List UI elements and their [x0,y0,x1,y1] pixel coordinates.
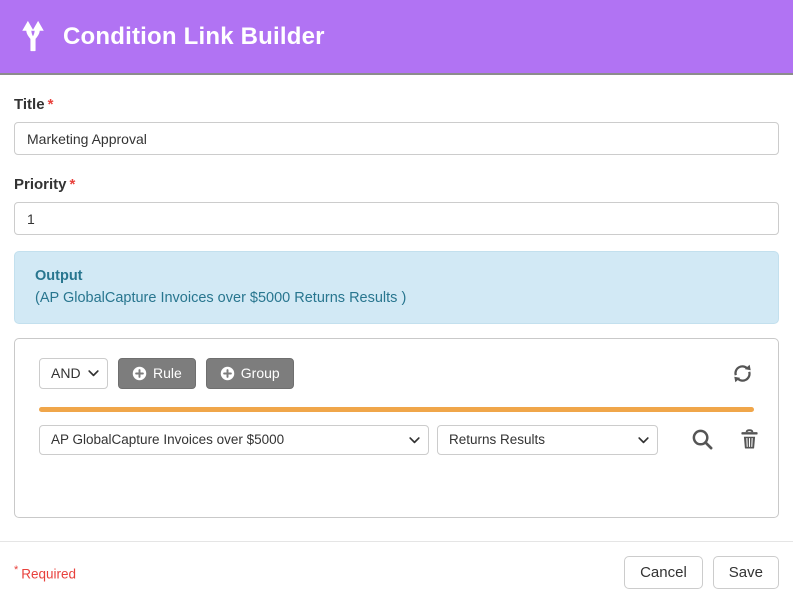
logic-operator-select-wrap: AND [39,358,108,389]
title-field-label: Title* [14,96,779,113]
condition-select-wrap: AP GlobalCapture Invoices over $5000 [39,425,429,455]
search-condition-button[interactable] [689,426,716,453]
required-legend: *Required [14,564,76,582]
dialog-header: Condition Link Builder [0,0,793,75]
priority-input[interactable] [14,202,779,235]
plus-circle-icon [220,366,235,381]
builder-toolbar: AND Rule [39,358,754,389]
refresh-icon [733,371,752,386]
dialog-footer: *Required Cancel Save [0,541,793,603]
output-info-box: Output (AP GlobalCapture Invoices over $… [14,251,779,324]
condition-builder-panel: AND Rule [14,338,779,518]
trash-icon [740,438,759,453]
add-group-button[interactable]: Group [206,358,294,389]
required-asterisk: * [48,96,54,113]
logic-operator-select[interactable]: AND [39,358,108,389]
cancel-button[interactable]: Cancel [624,556,703,589]
plus-circle-icon [132,366,147,381]
rule-row: AP GlobalCapture Invoices over $5000 Ret… [39,425,754,455]
save-button[interactable]: Save [713,556,779,589]
refresh-button[interactable] [731,362,754,385]
required-asterisk: * [14,564,18,576]
page-title: Condition Link Builder [63,23,325,51]
search-icon [691,439,714,454]
result-select[interactable]: Returns Results [437,425,658,455]
split-arrows-icon [16,18,50,56]
footer-actions: Cancel Save [624,556,779,589]
add-rule-button[interactable]: Rule [118,358,196,389]
condition-select[interactable]: AP GlobalCapture Invoices over $5000 [39,425,429,455]
result-select-wrap: Returns Results [437,425,658,455]
output-expression: (AP GlobalCapture Invoices over $5000 Re… [35,287,758,309]
delete-rule-button[interactable] [738,427,761,452]
priority-field-label: Priority* [14,176,779,193]
title-input[interactable] [14,122,779,155]
output-label: Output [35,265,758,287]
group-accent-bar [39,407,754,412]
dialog-body: Title* Priority* Output (AP GlobalCaptur… [0,75,793,541]
required-asterisk: * [70,176,76,193]
